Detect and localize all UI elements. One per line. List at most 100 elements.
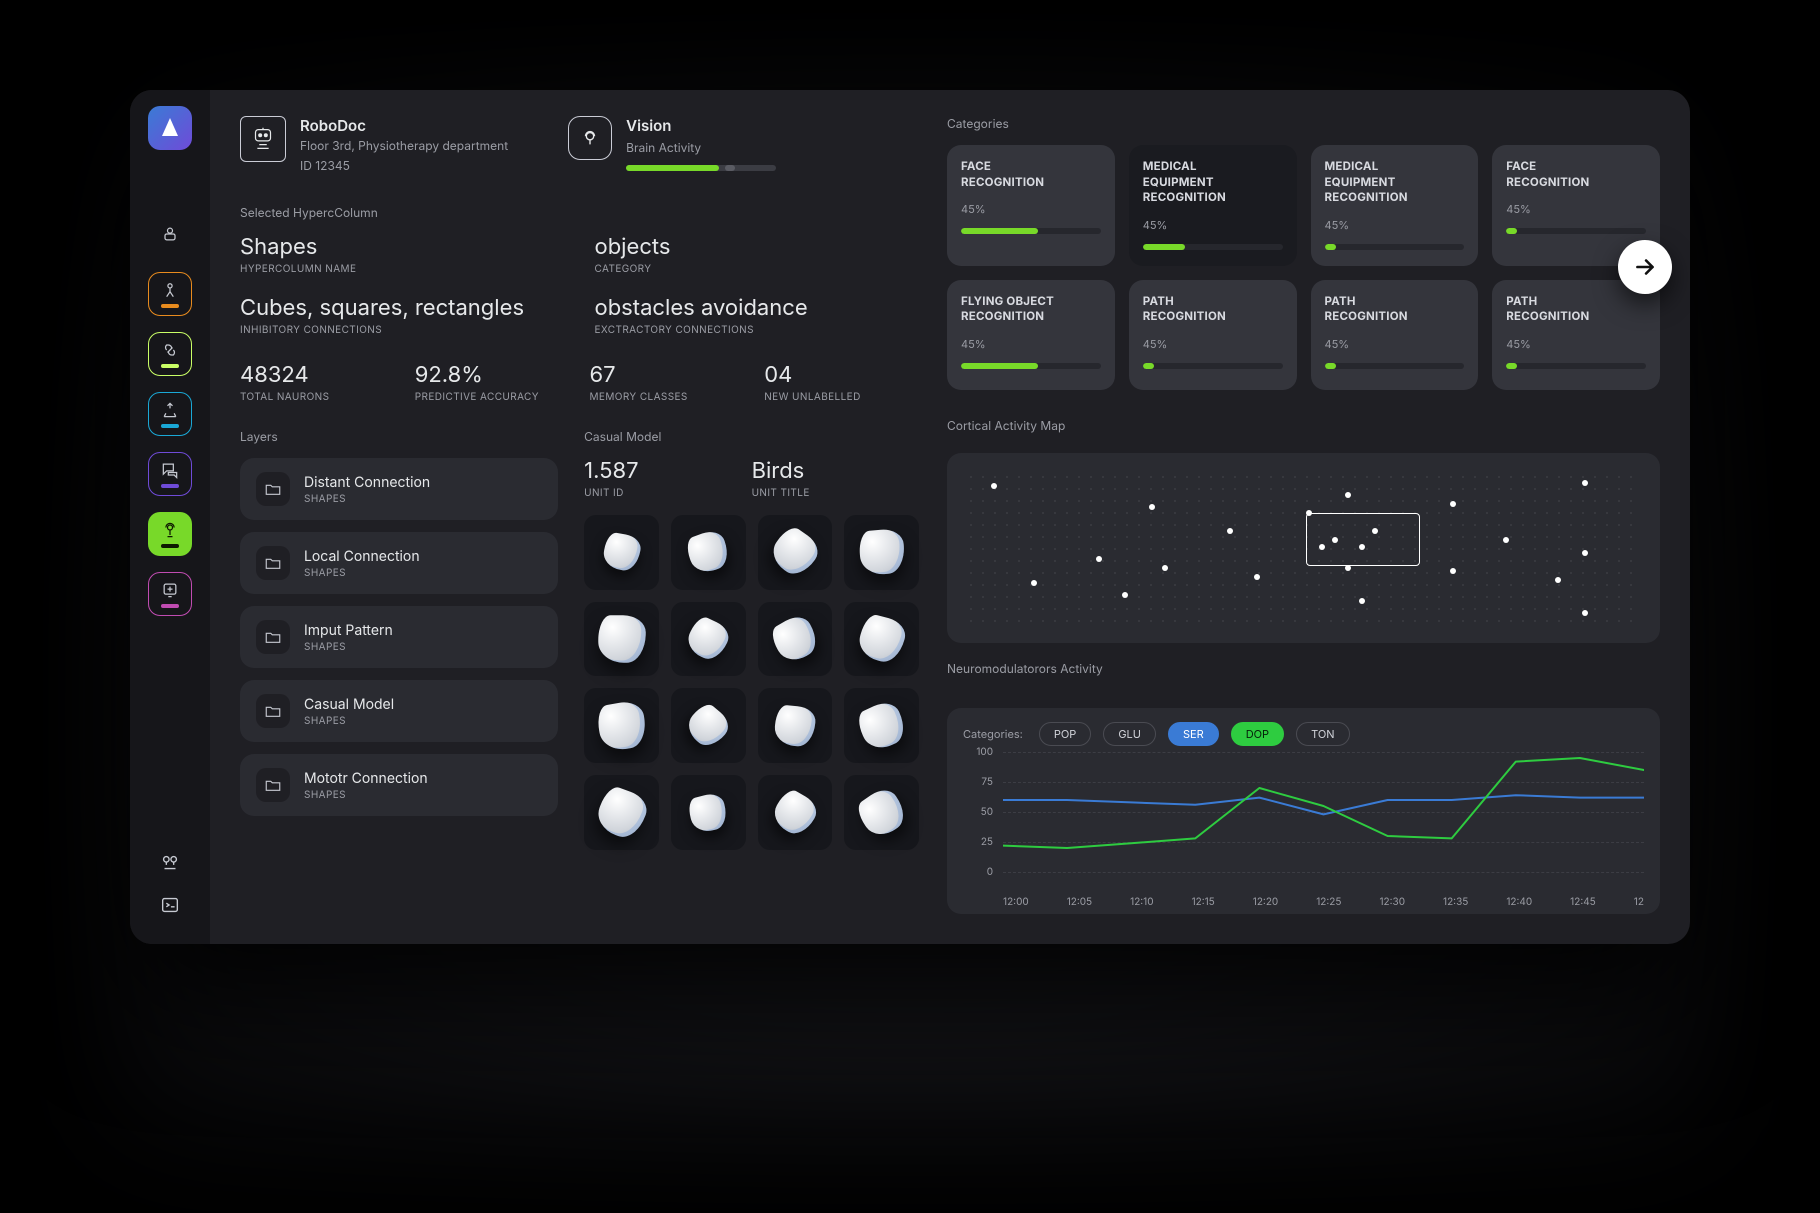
model-thumb-15[interactable] [844,775,919,850]
ytick: 50 [963,806,993,818]
hypercolumn-name: Shapes HYPERCOLUMN NAME [240,234,565,275]
layer-item-4[interactable]: Mototr Connection SHAPES [240,754,558,816]
xtick: 12:05 [1067,896,1092,908]
robot-name: RoboDoc [300,116,508,135]
ytick: 0 [963,866,993,878]
unit-title: Birds UNIT TITLE [752,458,919,499]
layer-item-0[interactable]: Distant Connection SHAPES [240,458,558,520]
map-spot [1096,556,1102,562]
xtick: 12:00 [1003,896,1029,908]
model-thumb-9[interactable] [671,688,746,763]
hypercolumn-section-label: Selected HypercColumn [240,205,919,220]
health-icon[interactable] [148,572,192,616]
stat-1: 92.8% PREDICTIVE ACCURACY [415,362,570,403]
next-arrow-button[interactable] [1618,240,1672,294]
model-thumb-4[interactable] [584,602,659,677]
xtick: 12:45 [1570,896,1596,908]
chip-ton[interactable]: TON [1296,722,1349,746]
link-icon[interactable] [148,332,192,376]
chip-pop[interactable]: POP [1039,722,1091,746]
map-spot [1582,610,1588,616]
vision-subtitle: Brain Activity [626,139,776,157]
inhibitory-connections: Cubes, squares, rectangles INHIBITORY CO… [240,295,565,336]
map-spot [1031,580,1037,586]
category-card-5[interactable]: PATH RECOGNITION 45% [1129,280,1297,390]
layer-item-2[interactable]: Imput Pattern SHAPES [240,606,558,668]
app-window: RoboDoc Floor 3rd, Physiotherapy departm… [130,90,1690,944]
chips-label: Categories: [963,727,1023,741]
map-spot [1254,574,1260,580]
ytick: 25 [963,836,993,848]
brain-icon [568,116,612,160]
folder-icon [256,620,290,654]
category-card-6[interactable]: PATH RECOGNITION 45% [1311,280,1479,390]
model-thumb-7[interactable] [844,602,919,677]
model-thumb-5[interactable] [671,602,746,677]
cortical-activity-map[interactable] [947,453,1660,643]
layer-item-1[interactable]: Local Connection SHAPES [240,532,558,594]
neuro-title: Neuromodulatorors Activity [947,661,1660,676]
xtick: 12:25 [1316,896,1341,908]
robot-location: Floor 3rd, Physiotherapy department [300,137,508,155]
vision-summary: Vision Brain Activity [568,116,776,171]
model-thumb-8[interactable] [584,688,659,763]
deploy-icon[interactable] [148,392,192,436]
folder-icon [256,694,290,728]
stat-3: 04 NEW UNLABELLED [764,362,919,403]
category-card-1[interactable]: MEDICAL EQUIPMENT RECOGNITION 45% [1129,145,1297,266]
model-thumb-11[interactable] [844,688,919,763]
vision-nav-icon[interactable] [148,512,192,556]
chip-glu[interactable]: GLU [1103,722,1156,746]
category-card-0[interactable]: FACE RECOGNITION 45% [947,145,1115,266]
model-thumb-6[interactable] [758,602,833,677]
robot-id: ID 12345 [300,157,508,175]
model-thumb-12[interactable] [584,775,659,850]
camera-icon[interactable] [159,852,181,878]
layers-title: Layers [240,429,558,444]
map-spot [1582,480,1588,486]
xtick: 12:30 [1379,896,1405,908]
stat-0: 48324 TOTAL NAURONS [240,362,395,403]
terminal-icon[interactable] [159,894,181,920]
category-card-2[interactable]: MEDICAL EQUIPMENT RECOGNITION 45% [1311,145,1479,266]
ytick: 100 [963,746,993,758]
series-ser [1003,795,1644,814]
sidebar [130,90,210,944]
folder-icon [256,472,290,506]
chat-icon[interactable] [148,452,192,496]
xtick: 12:40 [1506,896,1532,908]
category-card-4[interactable]: FLYING OBJECT RECOGNITION 45% [947,280,1115,390]
training-icon[interactable] [148,272,192,316]
robots-icon[interactable] [148,212,192,256]
model-thumb-14[interactable] [758,775,833,850]
map-grid [965,471,1642,625]
model-thumb-3[interactable] [844,515,919,590]
chip-dop[interactable]: DOP [1231,722,1284,746]
cortical-map-title: Cortical Activity Map [947,418,1660,433]
model-thumb-13[interactable] [671,775,746,850]
model-thumb-1[interactable] [671,515,746,590]
excitatory-connections: obstacles avoidance EXCTRACTORY CONNECTI… [595,295,920,336]
model-thumb-10[interactable] [758,688,833,763]
vision-title: Vision [626,116,776,135]
xtick: 12:10 [1130,896,1153,908]
map-viewport[interactable] [1306,513,1420,566]
chip-ser[interactable]: SER [1168,722,1219,746]
map-spot [1359,598,1365,604]
xtick: 12 [1634,896,1644,908]
model-thumb-0[interactable] [584,515,659,590]
casual-model-title: Casual Model [584,429,919,444]
hypercolumn-category: objects CATEGORY [595,234,920,275]
stat-2: 67 MEMORY CLASSES [590,362,745,403]
map-spot [1149,504,1155,510]
xtick: 12:15 [1192,896,1215,908]
map-spot [1582,550,1588,556]
model-thumb-2[interactable] [758,515,833,590]
app-logo[interactable] [148,106,192,150]
categories-title: Categories [947,116,1660,131]
robot-summary: RoboDoc Floor 3rd, Physiotherapy departm… [240,116,508,175]
series-dop [1003,758,1644,848]
layer-item-3[interactable]: Casual Model SHAPES [240,680,558,742]
category-card-7[interactable]: PATH RECOGNITION 45% [1492,280,1660,390]
map-spot [1162,565,1168,571]
